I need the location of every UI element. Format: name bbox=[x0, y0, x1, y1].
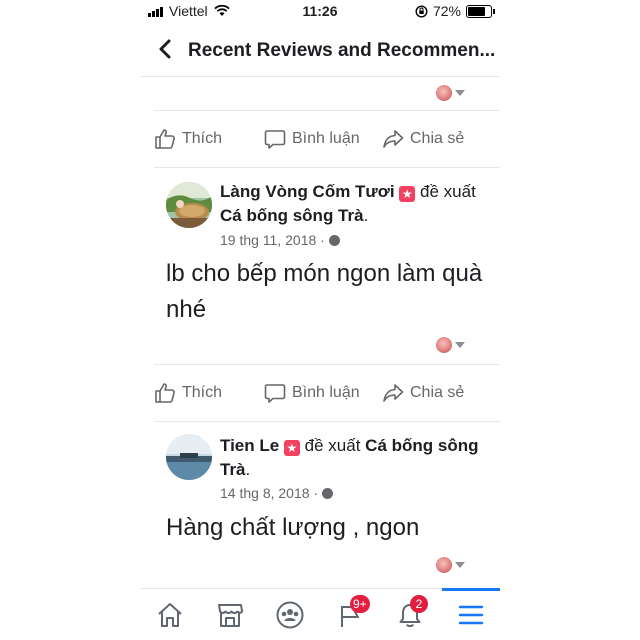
nav-header: Recent Reviews and Recommen... bbox=[140, 28, 500, 77]
back-button[interactable] bbox=[158, 38, 172, 67]
share-icon bbox=[383, 384, 404, 402]
groups-count-badge: 9+ bbox=[350, 595, 370, 613]
post-actions: Thích Bình luận Chia sẻ bbox=[154, 110, 500, 168]
chevron-down-icon bbox=[455, 90, 465, 96]
tab-pages[interactable]: 9+ bbox=[330, 595, 370, 633]
post-actions: Thích Bình luận Chia sẻ bbox=[154, 364, 500, 422]
reaction-selector[interactable] bbox=[436, 334, 476, 356]
timestamp: 19 thg 11, 2018 · bbox=[220, 232, 325, 248]
star-badge-icon: ★ bbox=[399, 186, 416, 202]
review-text: Hàng chất lượng , ngon bbox=[166, 514, 420, 541]
chevron-down-icon bbox=[455, 342, 465, 348]
tab-groups[interactable] bbox=[270, 597, 310, 633]
like-label: Thích bbox=[182, 384, 223, 401]
orientation-lock-icon bbox=[415, 4, 428, 18]
tab-home[interactable] bbox=[150, 597, 190, 633]
comment-button[interactable]: Bình luận bbox=[264, 128, 382, 150]
bottom-tab-bar: 9+ 2 bbox=[140, 588, 500, 640]
avatar bbox=[436, 337, 452, 353]
reaction-selector[interactable] bbox=[436, 82, 476, 104]
share-button[interactable]: Chia sẻ bbox=[382, 382, 492, 404]
tab-notifications[interactable]: 2 bbox=[390, 595, 430, 633]
avatar bbox=[436, 85, 452, 101]
recommend-verb: đề xuất bbox=[420, 182, 476, 201]
globe-icon bbox=[322, 487, 334, 499]
sentence-dot: . bbox=[363, 206, 369, 225]
comment-label: Bình luận bbox=[292, 384, 360, 401]
store-icon bbox=[218, 604, 243, 627]
post-header: Tien Le ★ đề xuất Cá bống sông Trà. bbox=[220, 434, 488, 482]
share-button[interactable]: Chia sẻ bbox=[382, 128, 492, 150]
active-tab-indicator bbox=[442, 588, 500, 591]
page-title: Recent Reviews and Recommen... bbox=[188, 40, 496, 61]
share-label: Chia sẻ bbox=[410, 384, 465, 401]
tab-marketplace[interactable] bbox=[210, 597, 250, 633]
star-badge-icon: ★ bbox=[283, 440, 300, 456]
menu-icon bbox=[458, 605, 484, 625]
author-name[interactable]: Làng Vòng Cốm Tươi bbox=[220, 182, 395, 201]
thumbs-up-icon bbox=[155, 129, 175, 149]
avatar[interactable] bbox=[166, 434, 212, 480]
battery-icon bbox=[466, 4, 495, 18]
battery-percent: 72% bbox=[432, 3, 461, 19]
notifications-count-badge: 2 bbox=[410, 595, 428, 613]
groups-icon bbox=[276, 601, 304, 629]
author-name[interactable]: Tien Le bbox=[220, 436, 279, 455]
tab-menu[interactable] bbox=[451, 597, 491, 633]
comment-icon bbox=[264, 384, 286, 403]
share-label: Chia sẻ bbox=[410, 130, 465, 147]
reaction-selector[interactable] bbox=[436, 554, 476, 576]
page-link[interactable]: Cá bống sông Trà bbox=[220, 206, 364, 225]
post-date[interactable]: 14 thg 8, 2018 · bbox=[220, 485, 334, 501]
chevron-down-icon bbox=[455, 562, 465, 568]
post-header: Làng Vòng Cốm Tươi ★ đề xuất Cá bống sôn… bbox=[220, 180, 488, 228]
chevron-left-icon bbox=[159, 39, 171, 59]
review-text: lb cho bếp món ngon làm quà nhé bbox=[166, 260, 483, 323]
phone-screen: Viettel 11:26 72% Recent Reviews and Rec… bbox=[140, 0, 500, 640]
share-icon bbox=[383, 130, 404, 148]
globe-icon bbox=[328, 234, 340, 246]
avatar[interactable] bbox=[166, 182, 212, 228]
post-date[interactable]: 19 thg 11, 2018 · bbox=[220, 232, 340, 248]
like-button[interactable]: Thích bbox=[154, 382, 264, 404]
comment-icon bbox=[264, 130, 286, 149]
comment-button[interactable]: Bình luận bbox=[264, 382, 382, 404]
review-post: Làng Vòng Cốm Tươi ★ đề xuất Cá bống sôn… bbox=[154, 180, 500, 356]
status-bar: Viettel 11:26 72% bbox=[140, 0, 500, 24]
like-button[interactable]: Thích bbox=[154, 128, 264, 150]
avatar bbox=[436, 557, 452, 573]
like-label: Thích bbox=[182, 130, 223, 147]
comment-label: Bình luận bbox=[292, 130, 360, 147]
home-icon bbox=[158, 603, 182, 627]
timestamp: 14 thg 8, 2018 · bbox=[220, 485, 319, 501]
thumbs-up-icon bbox=[155, 383, 175, 403]
recommend-verb: đề xuất bbox=[304, 436, 361, 455]
sentence-dot: . bbox=[245, 460, 251, 479]
